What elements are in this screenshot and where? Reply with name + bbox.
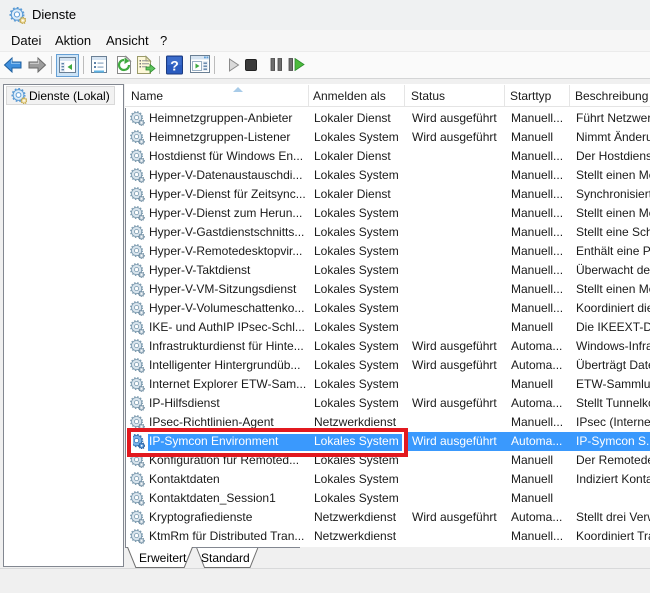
svg-text:?: ? xyxy=(170,58,179,74)
